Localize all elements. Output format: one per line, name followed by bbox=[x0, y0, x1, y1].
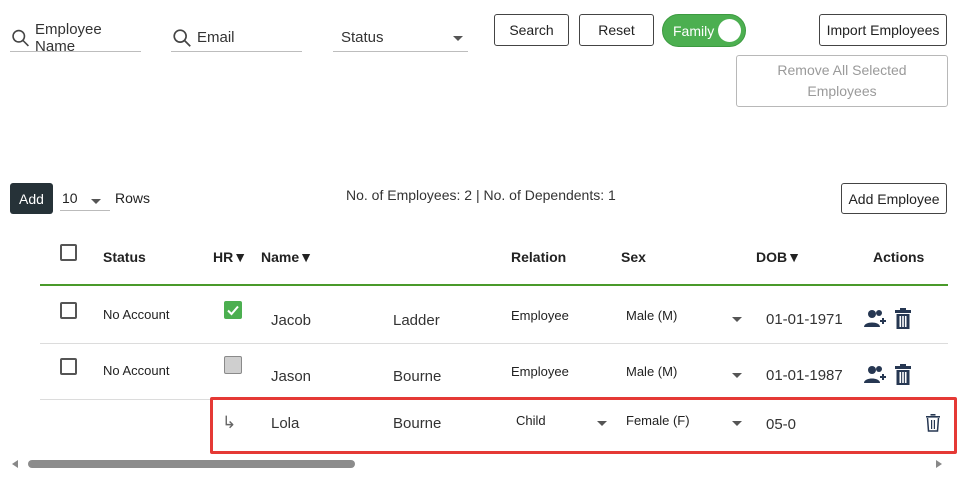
select-all-checkbox[interactable] bbox=[60, 244, 77, 261]
email-input[interactable]: Email bbox=[197, 29, 235, 46]
column-header-status[interactable]: Status bbox=[103, 249, 146, 265]
rows-per-page-select[interactable]: 10 bbox=[60, 188, 110, 211]
status-select-value: Status bbox=[341, 29, 384, 46]
trash-icon[interactable] bbox=[894, 364, 912, 385]
horizontal-scrollbar[interactable] bbox=[12, 458, 946, 470]
dob-cell[interactable]: 01-01-1971 bbox=[766, 311, 843, 328]
email-filter[interactable]: Email bbox=[171, 24, 302, 52]
toggle-knob bbox=[718, 19, 741, 42]
employee-name-filter[interactable]: Employee Name bbox=[10, 21, 141, 55]
row-select-checkbox[interactable] bbox=[60, 358, 77, 375]
checkmark-icon bbox=[227, 305, 239, 316]
column-header-dob[interactable]: DOB▼ bbox=[756, 249, 801, 265]
search-icon bbox=[12, 29, 29, 46]
add-employee-button[interactable]: Add Employee bbox=[841, 183, 947, 214]
remove-selected-label-line2: Employees bbox=[807, 83, 877, 99]
remove-selected-button[interactable]: Remove All Selected Employees bbox=[736, 55, 948, 107]
remove-selected-label-line1: Remove All Selected bbox=[777, 62, 907, 78]
last-name-cell[interactable]: Bourne bbox=[393, 368, 441, 385]
first-name-cell[interactable]: Jason bbox=[271, 368, 311, 385]
table-row: No Account Jacob Ladder Employee Male (M… bbox=[40, 286, 948, 343]
column-header-hr[interactable]: HR▼ bbox=[213, 249, 247, 265]
highlight-box bbox=[210, 397, 957, 454]
scrollbar-thumb[interactable] bbox=[28, 460, 355, 468]
first-name-cell[interactable]: Jacob bbox=[271, 312, 311, 329]
rows-label: Rows bbox=[115, 190, 151, 206]
family-toggle-label: Family bbox=[673, 23, 715, 39]
dob-cell[interactable]: 01-01-1987 bbox=[766, 367, 843, 384]
column-header-actions: Actions bbox=[873, 249, 925, 265]
column-header-sex: Sex bbox=[621, 249, 646, 265]
relation-cell: Employee bbox=[511, 308, 569, 323]
status-cell: No Account bbox=[103, 363, 170, 378]
scroll-left-arrow-icon[interactable] bbox=[12, 460, 18, 468]
search-button[interactable]: Search bbox=[494, 14, 569, 46]
column-header-relation: Relation bbox=[511, 249, 567, 265]
import-employees-button[interactable]: Import Employees bbox=[819, 14, 947, 46]
table-row: No Account Jason Bourne Employee Male (M… bbox=[40, 344, 948, 399]
last-name-cell[interactable]: Ladder bbox=[393, 312, 440, 329]
reset-button[interactable]: Reset bbox=[579, 14, 654, 46]
row-select-checkbox[interactable] bbox=[60, 302, 77, 319]
rows-per-page-value: 10 bbox=[62, 190, 78, 206]
employee-summary: No. of Employees: 2 | No. of Dependents:… bbox=[346, 187, 616, 203]
column-header-name[interactable]: Name▼ bbox=[261, 249, 313, 265]
chevron-down-icon[interactable] bbox=[732, 317, 742, 322]
add-dependent-icon[interactable] bbox=[863, 308, 887, 330]
trash-icon[interactable] bbox=[894, 308, 912, 329]
status-select[interactable]: Status bbox=[333, 24, 468, 52]
sex-select[interactable]: Male (M) bbox=[626, 308, 677, 323]
hr-checkbox-checked[interactable] bbox=[224, 301, 242, 319]
search-icon bbox=[173, 28, 191, 47]
chevron-down-icon bbox=[91, 199, 101, 204]
add-button[interactable]: Add bbox=[10, 183, 53, 214]
relation-cell: Employee bbox=[511, 364, 569, 379]
hr-checkbox-unchecked[interactable] bbox=[224, 356, 242, 374]
scroll-right-arrow-icon[interactable] bbox=[936, 460, 942, 468]
status-cell: No Account bbox=[103, 307, 170, 322]
chevron-down-icon[interactable] bbox=[732, 373, 742, 378]
add-dependent-icon[interactable] bbox=[863, 364, 887, 386]
sex-select[interactable]: Male (M) bbox=[626, 364, 677, 379]
chevron-down-icon bbox=[453, 36, 463, 41]
employee-name-input[interactable]: Employee Name bbox=[35, 21, 141, 55]
family-toggle[interactable]: Family bbox=[662, 14, 746, 47]
